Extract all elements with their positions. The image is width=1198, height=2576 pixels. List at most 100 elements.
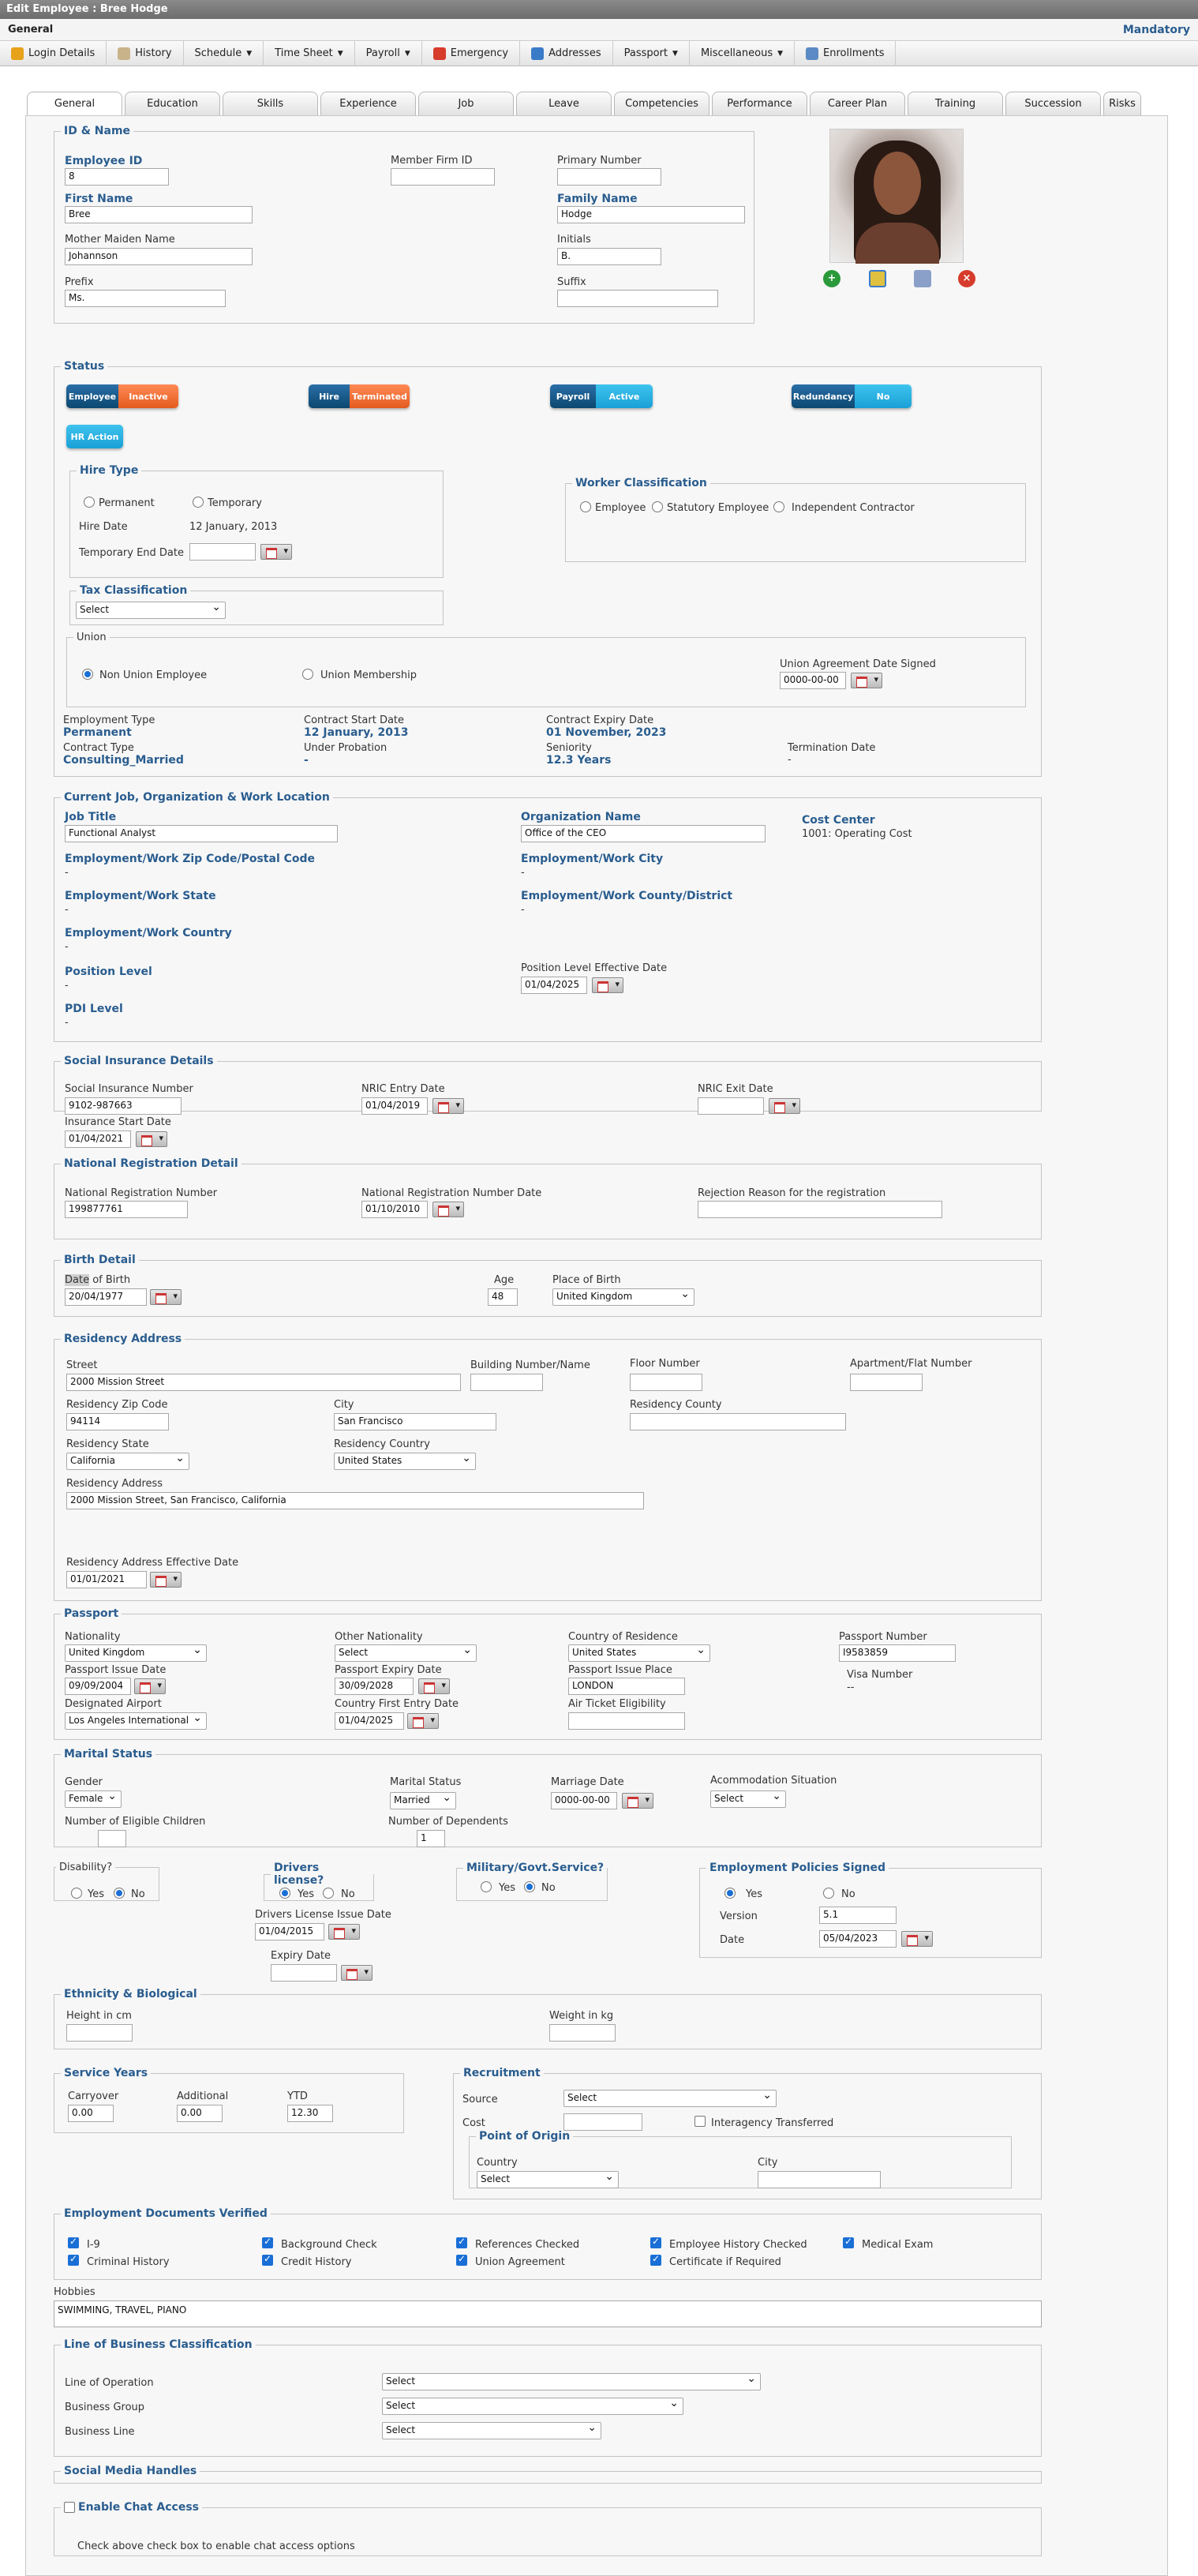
national-registration-number-field[interactable]: 199877761 [65,1201,188,1218]
calendar-icon[interactable] [418,1678,450,1694]
military-yes-radio[interactable] [481,1881,492,1892]
military-no-radio[interactable] [524,1881,535,1892]
calendar-icon[interactable] [328,1924,360,1940]
interagency-checkbox[interactable] [694,2116,706,2127]
schedule-menu[interactable]: Schedule ▼ [184,40,264,66]
calendar-icon[interactable] [901,1931,933,1947]
national-registration-date-field[interactable]: 01/10/2010 [361,1201,428,1218]
employee-radio[interactable] [580,501,591,512]
designated-airport-select[interactable]: Los Angeles International [65,1712,207,1730]
tab-general[interactable]: General [27,92,122,116]
payroll-status-toggle[interactable]: Payroll Active [550,384,653,408]
mother-maiden-name-field[interactable]: Johannson [65,248,253,265]
union-membership-radio[interactable] [302,669,313,680]
street-field[interactable]: 2000 Mission Street [66,1374,461,1391]
rotate-photo-icon[interactable] [914,270,931,287]
floor-field[interactable] [630,1374,702,1391]
passport-number-field[interactable]: I9583859 [839,1644,956,1662]
crop-photo-icon[interactable] [869,270,886,287]
disability-yes-radio[interactable] [71,1888,82,1899]
calendar-icon[interactable] [341,1965,373,1981]
tab-competencies[interactable]: Competencies [614,92,709,115]
drivers-no-radio[interactable] [323,1888,334,1899]
organization-name-field[interactable]: Office of the CEO [521,825,766,842]
city-field[interactable]: San Francisco [334,1413,496,1430]
accommodation-select[interactable]: Select [710,1790,786,1808]
temporary-radio[interactable] [193,497,204,508]
login-details-button[interactable]: Login Details [0,40,107,66]
prefix-field[interactable]: Ms. [65,290,226,307]
nationality-select[interactable]: United Kingdom [65,1644,207,1662]
eligible-children-field[interactable] [98,1830,126,1847]
calendar-icon[interactable] [150,1289,182,1305]
miscellaneous-menu[interactable]: Miscellaneous ▼ [690,40,796,66]
policies-no-radio[interactable] [823,1888,834,1899]
line-of-operation-select[interactable]: Select [382,2372,761,2390]
carryover-field[interactable]: 0.00 [68,2105,114,2122]
calendar-icon[interactable] [851,673,882,688]
employee-history-checkbox[interactable] [650,2236,661,2248]
union-agreement-field[interactable]: 0000-00-00 [780,672,846,689]
enable-chat-checkbox[interactable] [64,2502,75,2513]
tab-leave[interactable]: Leave [516,92,612,115]
other-nationality-select[interactable]: Select [335,1644,477,1662]
calendar-icon[interactable] [134,1678,166,1694]
nric-exit-date-field[interactable] [698,1097,764,1115]
drivers-issue-date-field[interactable]: 01/04/2015 [255,1923,324,1940]
weight-field[interactable] [549,2024,616,2042]
calendar-icon[interactable] [592,977,623,993]
policies-yes-radio[interactable] [724,1888,736,1899]
non-union-radio[interactable] [82,669,93,680]
criminal-history-checkbox[interactable] [68,2253,79,2266]
recruitment-cost-field[interactable] [563,2113,642,2131]
family-name-field[interactable]: Hodge [557,206,745,223]
ytd-field[interactable]: 12.30 [287,2105,333,2122]
payroll-menu[interactable]: Payroll ▼ [355,40,422,66]
initials-field[interactable]: B. [557,248,661,265]
hobbies-field[interactable]: SWIMMING, TRAVEL, PIANO [54,2300,1042,2327]
medical-exam-checkbox[interactable] [843,2236,854,2248]
credit-history-checkbox[interactable] [262,2253,273,2266]
place-of-birth-select[interactable]: United Kingdom [552,1288,694,1306]
suffix-field[interactable] [557,290,718,307]
gender-select[interactable]: Female [65,1790,122,1808]
residency-state-select[interactable]: California [66,1452,189,1470]
add-photo-icon[interactable]: + [823,270,840,287]
residency-effective-date-field[interactable]: 01/01/2021 [66,1571,147,1588]
history-button[interactable]: History [107,40,184,66]
tab-experience[interactable]: Experience [320,92,416,115]
tax-classification-select[interactable]: Select [76,601,226,619]
timesheet-menu[interactable]: Time Sheet ▼ [264,40,355,66]
background-check-checkbox[interactable] [262,2236,273,2248]
marriage-date-field[interactable]: 0000-00-00 [551,1792,617,1809]
hire-status-toggle[interactable]: Hire Terminated [309,384,410,408]
calendar-icon[interactable] [622,1793,653,1809]
date-of-birth-field[interactable]: 20/04/1977 [65,1288,147,1306]
first-name-field[interactable]: Bree [65,206,253,223]
disability-no-radio[interactable] [114,1888,125,1899]
tab-education[interactable]: Education [125,92,220,115]
tab-succession[interactable]: Succession [1005,92,1101,115]
residency-country-select[interactable]: United States [334,1452,476,1470]
delete-photo-icon[interactable]: × [958,270,975,287]
calendar-icon[interactable] [407,1713,439,1729]
apartment-field[interactable] [850,1374,923,1391]
references-checkbox[interactable] [456,2236,467,2248]
union-agreement-checkbox[interactable] [456,2253,467,2266]
temporary-end-date-field[interactable] [189,543,256,561]
dependents-field[interactable]: 1 [417,1830,445,1847]
passport-issue-date-field[interactable]: 09/09/2004 [65,1678,131,1695]
rejection-reason-field[interactable] [698,1201,942,1218]
business-line-select[interactable]: Select [382,2421,601,2439]
marital-status-select[interactable]: Married [390,1791,456,1809]
origin-city-field[interactable] [758,2171,881,2188]
social-insurance-number-field[interactable]: 9102-987663 [65,1097,182,1115]
mandatory-link[interactable]: Mandatory [1123,24,1190,36]
tab-risks[interactable]: Risks [1103,92,1141,115]
residency-address-field[interactable]: 2000 Mission Street, San Francisco, Cali… [66,1492,644,1509]
calendar-icon[interactable] [136,1131,167,1147]
age-field[interactable]: 48 [488,1288,518,1306]
policy-date-field[interactable]: 05/04/2023 [819,1930,897,1948]
tab-performance[interactable]: Performance [712,92,807,115]
emergency-button[interactable]: Emergency [422,40,521,66]
